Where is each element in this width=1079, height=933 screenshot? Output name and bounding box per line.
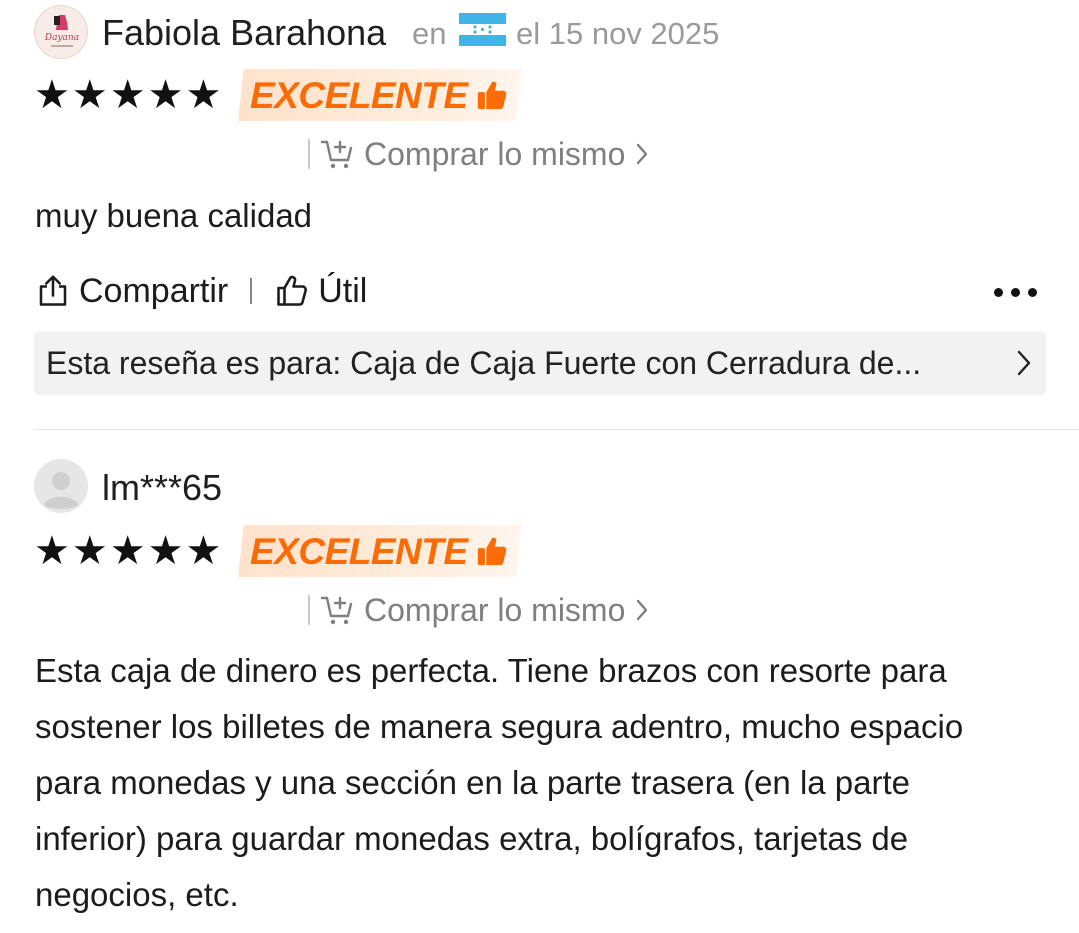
honduras-flag-icon — [459, 13, 506, 46]
star-icon: ★ — [185, 72, 222, 118]
star-icon: ★ — [34, 528, 70, 574]
more-dots-icon — [994, 288, 1003, 297]
star-icon: ★ — [34, 72, 70, 118]
buy-same-link[interactable]: Comprar lo mismo — [308, 594, 649, 626]
review-date: el 15 nov 2025 — [516, 16, 720, 51]
product-link[interactable]: Esta reseña es para: Caja de Caja Fuerte… — [34, 331, 1046, 395]
rating-label: EXCELENTE — [250, 74, 468, 116]
more-options-button[interactable] — [994, 288, 1037, 297]
share-button[interactable]: Compartir — [35, 273, 228, 309]
cart-add-icon — [320, 140, 353, 169]
cart-add-icon — [320, 596, 353, 625]
divider — [250, 278, 253, 304]
buy-same-label: Comprar lo mismo — [364, 136, 626, 172]
location-prefix: en — [412, 16, 447, 51]
share-icon — [39, 275, 67, 306]
share-label: Compartir — [79, 272, 229, 310]
thumbs-up-icon — [277, 275, 308, 306]
thumbs-up-icon — [477, 537, 506, 566]
star-icon: ★ — [147, 528, 184, 574]
buy-same-label: Comprar lo mismo — [364, 592, 626, 628]
star-rating: ★ ★ ★ ★ ★ — [34, 531, 221, 571]
rating-badge: EXCELENTE — [238, 525, 522, 577]
star-icon: ★ — [147, 72, 184, 118]
star-icon: ★ — [71, 72, 108, 118]
chevron-right-icon — [637, 143, 648, 165]
user-avatar[interactable]: Dayana — [34, 5, 88, 59]
star-icon: ★ — [185, 528, 222, 574]
review-text: muy buena calidad — [35, 197, 313, 234]
svg-text:Dayana: Dayana — [44, 33, 79, 43]
username[interactable]: Fabiola Barahona — [102, 15, 386, 51]
user-avatar[interactable] — [34, 459, 88, 513]
star-rating: ★ ★ ★ ★ ★ — [34, 75, 221, 115]
more-dots-icon — [1011, 288, 1020, 297]
product-label: Esta reseña es para: Caja de Caja Fuerte… — [46, 345, 922, 381]
buy-same-link[interactable]: Comprar lo mismo — [308, 138, 649, 170]
more-dots-icon — [1028, 288, 1037, 297]
star-icon: ★ — [71, 528, 108, 574]
review-text: Esta caja de dinero es perfecta. Tiene b… — [35, 652, 964, 913]
store-logo-avatar: Dayana — [36, 7, 87, 58]
rating-badge: EXCELENTE — [238, 69, 522, 121]
chevron-right-icon — [637, 599, 648, 621]
helpful-label: Útil — [318, 272, 368, 310]
star-icon: ★ — [109, 72, 146, 118]
divider — [308, 139, 310, 169]
rating-label: EXCELENTE — [250, 530, 468, 572]
default-avatar-icon — [34, 459, 88, 513]
review-divider — [34, 429, 1079, 430]
review-actions: Compartir Útil — [35, 273, 367, 309]
username[interactable]: lm***65 — [102, 470, 222, 506]
chevron-right-icon — [1017, 350, 1031, 376]
thumbs-up-icon — [477, 81, 506, 110]
helpful-button[interactable]: Útil — [274, 273, 367, 309]
divider — [308, 595, 310, 625]
star-icon: ★ — [109, 528, 146, 574]
